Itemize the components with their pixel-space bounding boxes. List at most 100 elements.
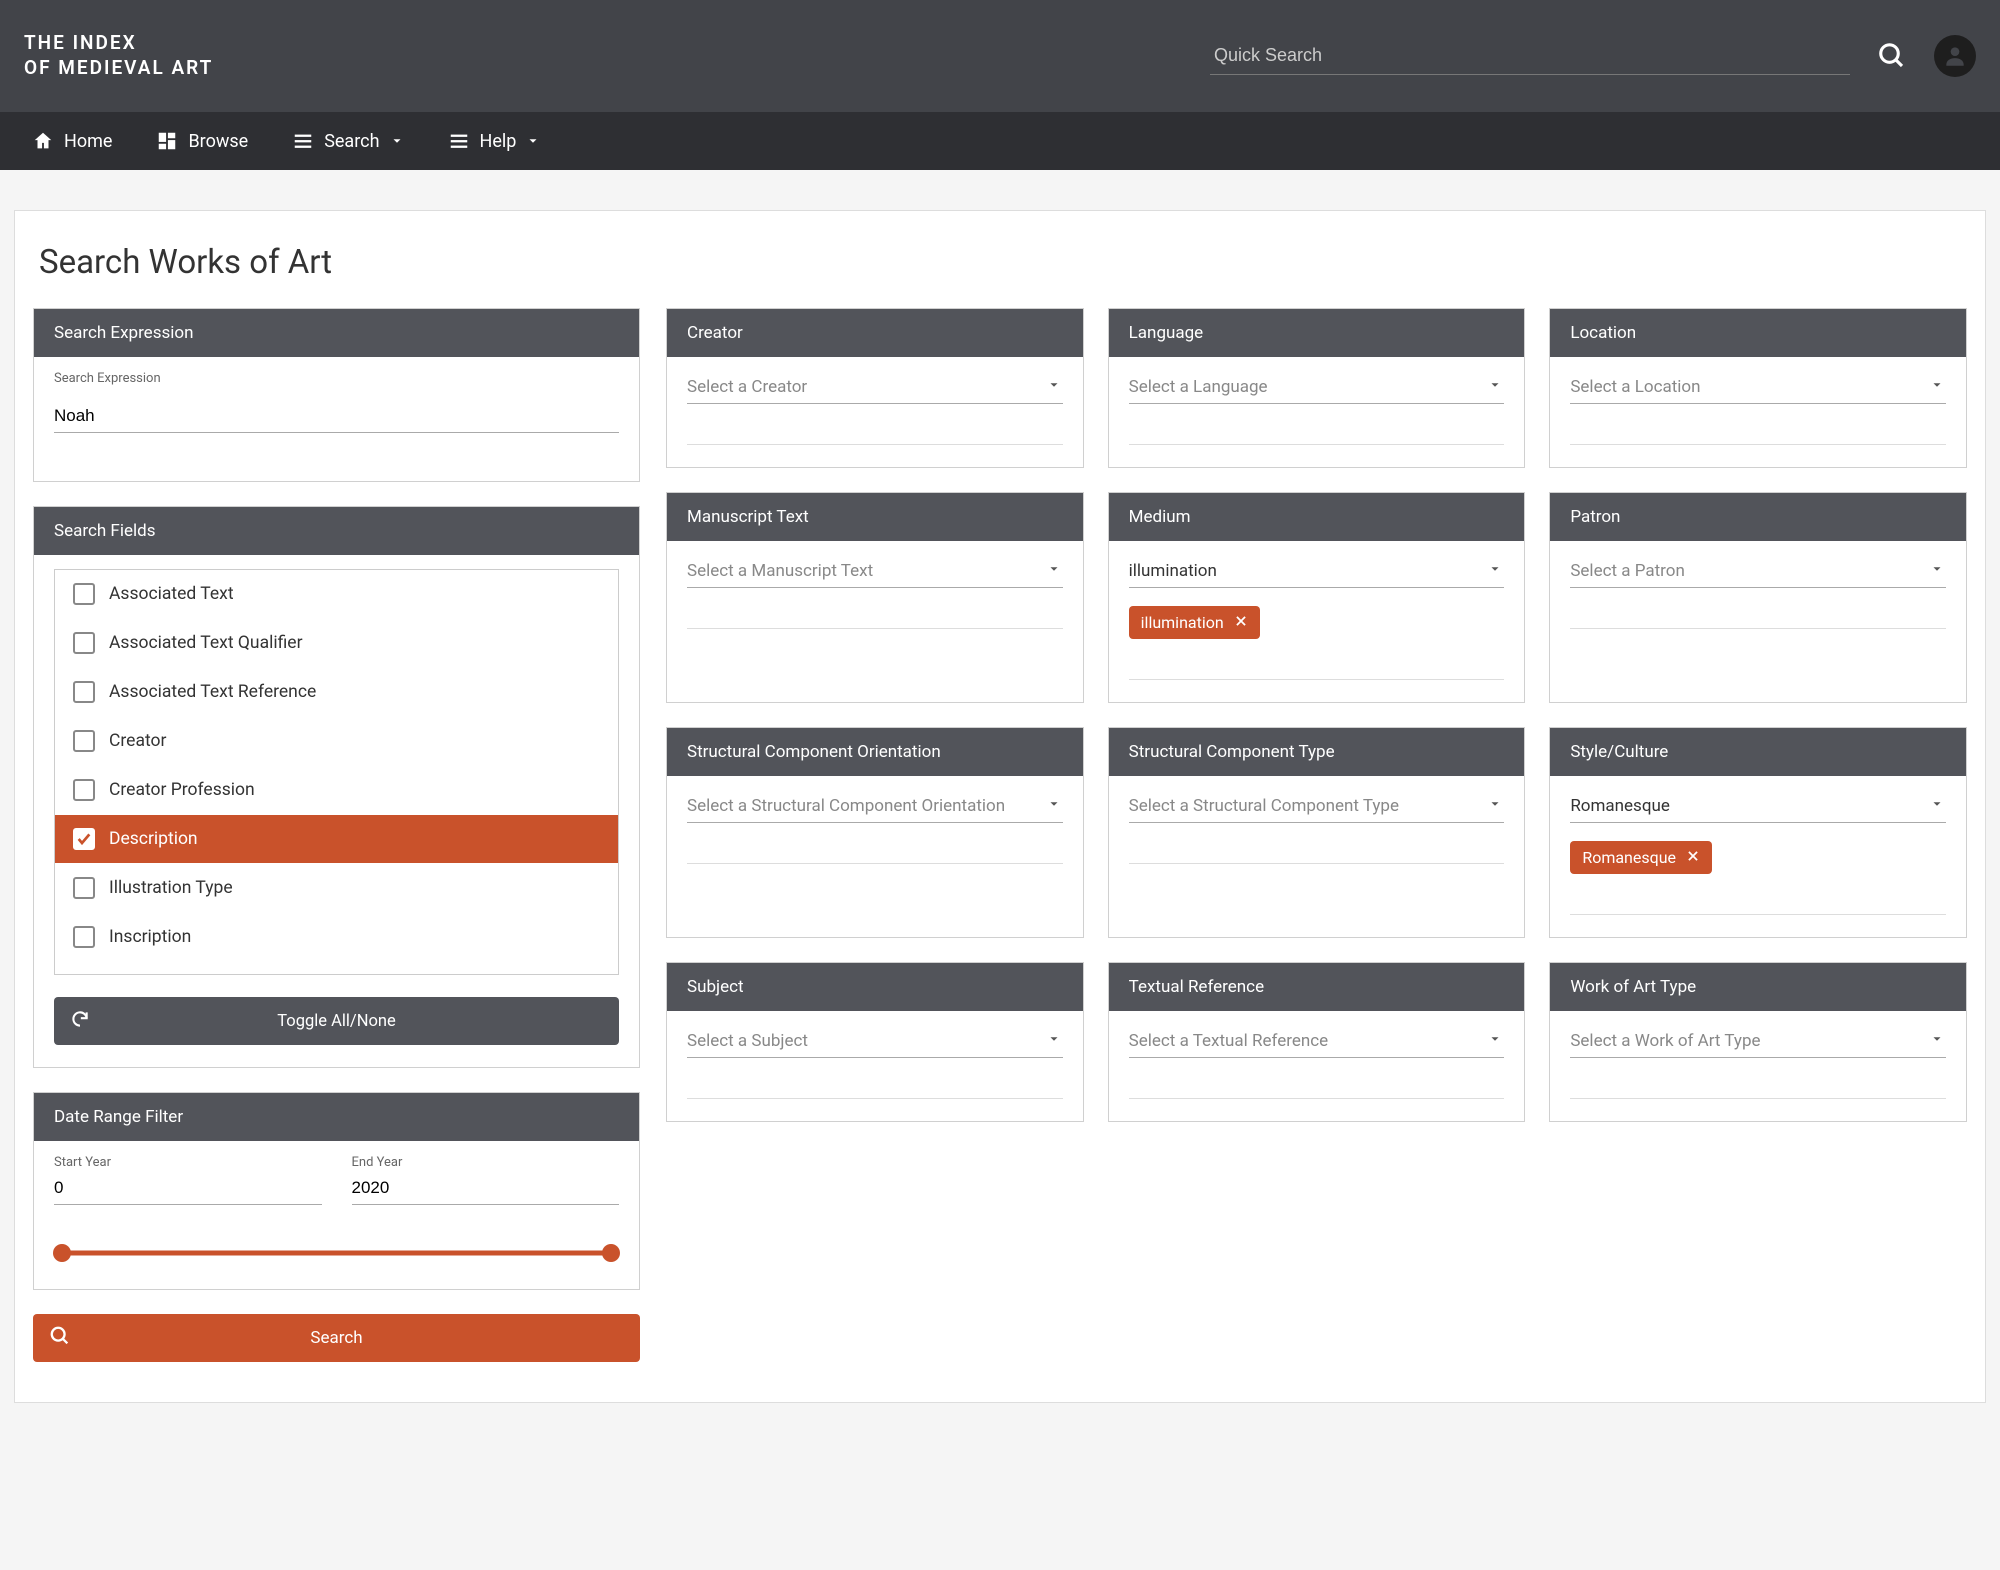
field-item[interactable]: Associated Text (55, 570, 618, 619)
checkbox-icon (73, 730, 95, 752)
chevron-down-icon (1930, 1031, 1944, 1051)
sc_orient-combo[interactable]: Select a Structural Component Orientatio… (687, 790, 1063, 823)
page-panel: Search Works of Art Search Expression Se… (14, 210, 1986, 1403)
sc_orient-facet-card: Structural Component Orientation Select … (666, 727, 1084, 938)
search-fields-header: Search Fields (34, 507, 639, 555)
menu-help-label: Help (480, 131, 517, 152)
field-item[interactable]: Creator (55, 717, 618, 766)
menu-browse[interactable]: Browse (134, 112, 270, 170)
field-item-label: Description (109, 829, 198, 849)
close-icon[interactable] (1234, 613, 1248, 632)
wtype-facet-card: Work of Art Type Select a Work of Art Ty… (1549, 962, 1967, 1122)
field-item[interactable]: Associated Text Qualifier (55, 619, 618, 668)
field-item-label: Creator Profession (109, 780, 255, 800)
close-icon[interactable] (1686, 848, 1700, 867)
medium-facet-header: Medium (1109, 493, 1525, 541)
wtype-combo[interactable]: Select a Work of Art Type (1570, 1025, 1946, 1058)
chip: Romanesque (1570, 841, 1712, 874)
manuscript-combo[interactable]: Select a Manuscript Text (687, 555, 1063, 588)
menu-search-label: Search (324, 131, 379, 152)
field-item[interactable]: Associated Text Reference (55, 668, 618, 717)
manuscript-facet-header: Manuscript Text (667, 493, 1083, 541)
search-icon (49, 1325, 71, 1352)
start-year-label: Start Year (54, 1155, 322, 1170)
field-item[interactable]: Inscription (55, 913, 618, 962)
patron-combo[interactable]: Select a Patron (1570, 555, 1946, 588)
field-item-label: Inscription (109, 927, 191, 947)
sc_orient-facet-header: Structural Component Orientation (667, 728, 1083, 776)
search-expression-input[interactable] (54, 400, 619, 433)
dashboard-icon (156, 130, 178, 152)
field-item[interactable]: Illustration Type (55, 864, 618, 913)
style-facet-header: Style/Culture (1550, 728, 1966, 776)
top-header: THE INDEX OF MEDIEVAL ART (0, 0, 2000, 112)
field-item-label: Associated Text (109, 584, 234, 604)
search-icon[interactable] (1874, 38, 1910, 74)
search-button-label: Search (310, 1328, 362, 1348)
chevron-down-icon (390, 134, 404, 148)
sc_type-combo[interactable]: Select a Structural Component Type (1129, 790, 1505, 823)
textual-combo[interactable]: Select a Textual Reference (1129, 1025, 1505, 1058)
search-expression-header: Search Expression (34, 309, 639, 357)
chevron-down-icon (1930, 796, 1944, 816)
checkbox-icon (73, 877, 95, 899)
end-year-input[interactable] (352, 1172, 620, 1205)
date-range-card: Date Range Filter Start Year End Year (33, 1092, 640, 1290)
divider (687, 628, 1063, 629)
search-button[interactable]: Search (33, 1314, 640, 1362)
search-fields-card: Search Fields Associated TextAssociated … (33, 506, 640, 1068)
menu-lines-icon (448, 130, 470, 152)
divider (687, 863, 1063, 864)
subject-facet-header: Subject (667, 963, 1083, 1011)
divider (1129, 863, 1505, 864)
creator-facet-card: Creator Select a Creator (666, 308, 1084, 468)
divider (1129, 1098, 1505, 1099)
location-combo[interactable]: Select a Location (1570, 371, 1946, 404)
divider (1129, 679, 1505, 680)
toggle-all-none-button[interactable]: Toggle All/None (54, 997, 619, 1045)
checkbox-icon (73, 828, 95, 850)
manuscript-facet-card: Manuscript Text Select a Manuscript Text (666, 492, 1084, 703)
date-range-header: Date Range Filter (34, 1093, 639, 1141)
field-item[interactable]: Description (55, 815, 618, 864)
style-combo[interactable]: Romanesque (1570, 790, 1946, 823)
search-fields-list[interactable]: Associated Text Associated Text Qualifier… (55, 570, 618, 974)
sc_type-facet-card: Structural Component Type Select a Struc… (1108, 727, 1526, 938)
subject-combo[interactable]: Select a Subject (687, 1025, 1063, 1058)
sc_type-facet-header: Structural Component Type (1109, 728, 1525, 776)
field-item[interactable]: Creator Profession (55, 766, 618, 815)
menu-home[interactable]: Home (10, 112, 134, 170)
creator-combo[interactable]: Select a Creator (687, 371, 1063, 404)
slider-handle-end[interactable] (602, 1244, 620, 1262)
divider (1570, 444, 1946, 445)
menu-search[interactable]: Search (270, 112, 425, 170)
language-combo[interactable]: Select a Language (1129, 371, 1505, 404)
menu-lines-icon (292, 130, 314, 152)
location-facet-card: Location Select a Location (1549, 308, 1967, 468)
textual-facet-header: Textual Reference (1109, 963, 1525, 1011)
logo-line-2: OF MEDIEVAL ART (24, 56, 213, 81)
divider (687, 1098, 1063, 1099)
checkbox-icon (73, 632, 95, 654)
divider (1570, 628, 1946, 629)
start-year-input[interactable] (54, 1172, 322, 1205)
page-title: Search Works of Art (39, 243, 1961, 282)
language-facet-header: Language (1109, 309, 1525, 357)
user-account-icon[interactable] (1934, 35, 1976, 77)
divider (687, 444, 1063, 445)
chevron-down-icon (1047, 1031, 1061, 1051)
divider (1570, 1098, 1946, 1099)
medium-combo[interactable]: illumination (1129, 555, 1505, 588)
menu-browse-label: Browse (188, 131, 248, 152)
search-expression-label: Search Expression (54, 371, 619, 386)
menu-help[interactable]: Help (426, 112, 563, 170)
quick-search-input[interactable] (1210, 37, 1850, 75)
language-facet-card: Language Select a Language (1108, 308, 1526, 468)
main-menubar: Home Browse Search Help (0, 112, 2000, 170)
date-range-slider[interactable] (56, 1243, 617, 1263)
slider-handle-start[interactable] (53, 1244, 71, 1262)
chevron-down-icon (1488, 1031, 1502, 1051)
logo-line-1: THE INDEX (24, 31, 213, 56)
field-item-label: Illustration Type (109, 878, 233, 898)
patron-facet-card: Patron Select a Patron (1549, 492, 1967, 703)
